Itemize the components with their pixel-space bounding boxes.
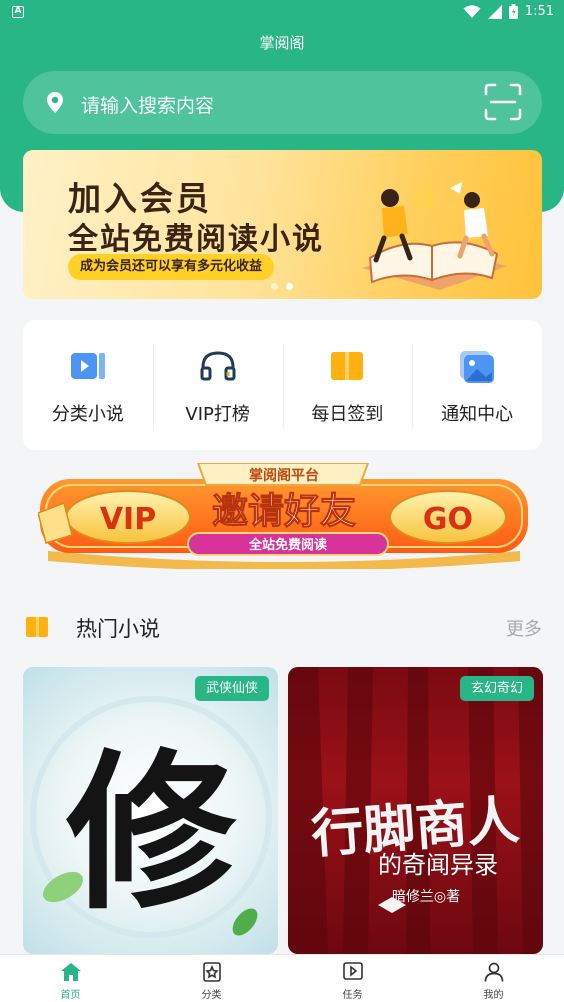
quick-action-categories[interactable]: 分类小说 bbox=[23, 320, 153, 450]
invite-friends-banner[interactable]: 掌阅阁平台 VIP 邀请好友 GO 全站免费阅读 bbox=[38, 463, 530, 569]
reading-illustration: a bbox=[362, 171, 507, 290]
carousel-dot[interactable] bbox=[271, 283, 278, 290]
tab-label: 分类 bbox=[201, 990, 222, 1001]
invite-sub-text: 全站免费阅读 bbox=[248, 537, 327, 553]
cover-text: 修 bbox=[66, 733, 237, 933]
book-cover-art: 修 bbox=[30, 696, 272, 938]
location-pin-icon bbox=[47, 92, 63, 113]
wifi-icon bbox=[463, 4, 481, 18]
tab-mine[interactable]: 我的 bbox=[423, 955, 564, 1002]
carousel-dot-active[interactable] bbox=[286, 283, 293, 290]
hot-novels-header: 热门小说 更多 bbox=[23, 610, 542, 644]
book-cover-art: 行脚商人 的奇闻异录 暗修兰◎著 bbox=[288, 667, 543, 954]
tab-label: 任务 bbox=[342, 990, 363, 1001]
more-link[interactable]: 更多 bbox=[506, 615, 542, 641]
status-time: 1:51 bbox=[524, 4, 554, 19]
quick-action-notifications[interactable]: 通知中心 bbox=[412, 320, 542, 450]
home-icon bbox=[60, 963, 81, 981]
quick-action-label: 通知中心 bbox=[441, 404, 514, 425]
book-icon bbox=[331, 352, 364, 380]
banner-subheadline: 全站免费阅读小说 bbox=[68, 222, 324, 257]
tab-label: 首页 bbox=[60, 990, 81, 1001]
invite-main-text: 邀请好友 bbox=[212, 491, 356, 532]
signal-icon bbox=[487, 4, 502, 19]
svg-text:a: a bbox=[412, 171, 438, 218]
bottom-tab-bar: 首页 分类 任务 我的 bbox=[0, 954, 564, 1002]
page-title: 掌阅阁 bbox=[259, 34, 305, 52]
quick-actions: 分类小说 VIP打榜 每日签到 通知中心 bbox=[23, 320, 542, 450]
cover-author: 暗修兰◎著 bbox=[392, 889, 460, 905]
book-icon bbox=[26, 617, 48, 637]
tab-home[interactable]: 首页 bbox=[0, 955, 141, 1002]
tab-category[interactable]: 分类 bbox=[141, 955, 282, 1002]
book-list: 武侠仙侠 修 玄幻奇幻 行脚商人 的奇闻异录 暗修兰◎著 bbox=[23, 667, 543, 954]
quick-action-label: 每日签到 bbox=[311, 404, 384, 425]
quick-action-vip-rank[interactable]: VIP打榜 bbox=[152, 320, 283, 450]
quick-action-label: VIP打榜 bbox=[185, 404, 250, 425]
search-placeholder: 请输入搜索内容 bbox=[81, 95, 215, 117]
a-letter-icon: A bbox=[12, 6, 24, 18]
genre-tag: 玄幻奇幻 bbox=[459, 676, 534, 701]
invite-platform-text: 掌阅阁平台 bbox=[249, 467, 319, 484]
quick-action-label: 分类小说 bbox=[51, 404, 124, 425]
play-task-icon bbox=[342, 962, 363, 980]
user-icon bbox=[484, 962, 503, 982]
cover-subtitle: 的奇闻异录 bbox=[378, 851, 498, 879]
battery-icon bbox=[508, 4, 518, 19]
invite-vip-text: VIP bbox=[100, 502, 156, 537]
genre-tag: 武侠仙侠 bbox=[194, 676, 269, 701]
quick-action-checkin[interactable]: 每日签到 bbox=[282, 320, 413, 450]
section-title: 热门小说 bbox=[76, 617, 160, 641]
image-card-icon bbox=[460, 351, 495, 383]
membership-banner[interactable]: 加入会员 全站免费阅读小说 成为会员还可以享有多元化收益 a bbox=[23, 150, 542, 299]
book-card[interactable]: 武侠仙侠 修 bbox=[23, 667, 278, 954]
category-icon bbox=[202, 962, 221, 982]
video-book-icon bbox=[70, 353, 105, 379]
headphones-icon bbox=[200, 351, 236, 381]
search-input[interactable]: 请输入搜索内容 bbox=[23, 71, 542, 134]
status-bar: A 1:51 bbox=[0, 0, 564, 26]
tab-tasks[interactable]: 任务 bbox=[282, 955, 423, 1002]
book-card[interactable]: 玄幻奇幻 行脚商人 的奇闻异录 暗修兰◎著 bbox=[288, 667, 543, 954]
invite-go-text: GO bbox=[423, 502, 473, 537]
tab-label: 我的 bbox=[483, 990, 504, 1001]
banner-headline: 加入会员 bbox=[68, 179, 212, 218]
banner-pill: 成为会员还可以享有多元化收益 bbox=[68, 254, 275, 280]
scan-icon[interactable] bbox=[484, 83, 522, 121]
